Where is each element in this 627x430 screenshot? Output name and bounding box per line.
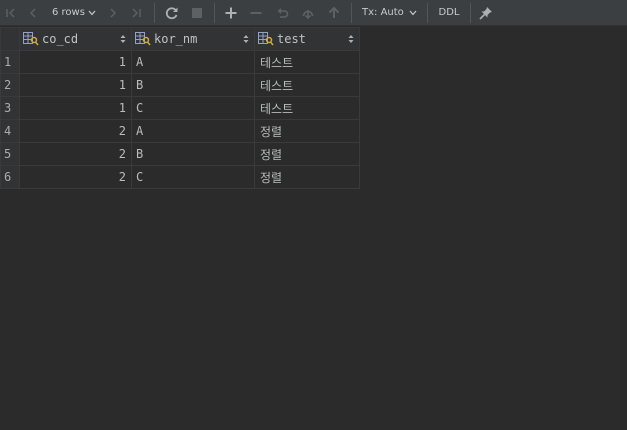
sort-icon[interactable] (243, 34, 249, 44)
column-header-kor-nm[interactable]: kor_nm (131, 27, 255, 51)
pin-icon[interactable] (477, 3, 495, 22)
row-number[interactable]: 2 (0, 73, 20, 97)
row-number[interactable]: 3 (0, 96, 20, 120)
add-row-icon[interactable] (222, 3, 240, 22)
delete-row-icon[interactable] (248, 3, 264, 22)
row-number[interactable]: 4 (0, 119, 20, 143)
results-toolbar: 6 rows Tx: Auto DDL (0, 0, 627, 26)
rows-count-dropdown[interactable]: 6 rows (52, 3, 100, 22)
column-header-label: co_cd (42, 32, 79, 46)
cell-co-cd[interactable]: 2 (19, 119, 132, 143)
row-number[interactable]: 5 (0, 142, 20, 166)
column-header-label: kor_nm (154, 32, 198, 46)
toolbar-separator (470, 3, 471, 23)
refresh-icon[interactable] (163, 3, 181, 22)
ddl-label: DDL (438, 7, 460, 18)
cell-co-cd[interactable]: 1 (19, 73, 132, 97)
chevron-down-icon (409, 10, 417, 15)
cell-co-cd[interactable]: 1 (19, 50, 132, 74)
cell-kor-nm[interactable]: C (131, 96, 255, 120)
first-page-icon[interactable] (4, 3, 18, 22)
toolbar-separator (351, 3, 352, 23)
table-row[interactable]: 1 1 A 테스트 (0, 50, 360, 74)
table-row[interactable]: 4 2 A 정렬 (0, 119, 360, 143)
results-grid: co_cd kor_nm test 1 1 A 테스트 2 1 B 테스트 3 … (0, 27, 360, 189)
sort-icon[interactable] (348, 34, 354, 44)
submit-icon[interactable] (300, 3, 316, 22)
cell-test[interactable]: 테스트 (254, 96, 360, 120)
column-header-test[interactable]: test (254, 27, 360, 51)
row-number-header[interactable] (0, 27, 20, 51)
toolbar-separator (214, 3, 215, 23)
cell-test[interactable]: 테스트 (254, 50, 360, 74)
table-row[interactable]: 3 1 C 테스트 (0, 96, 360, 120)
column-key-icon (135, 32, 151, 46)
cell-test[interactable]: 정렬 (254, 165, 360, 189)
cell-co-cd[interactable]: 2 (19, 142, 132, 166)
cell-kor-nm[interactable]: A (131, 50, 255, 74)
column-header-label: test (277, 32, 306, 46)
toolbar-separator (154, 3, 155, 23)
rows-count-label: 6 rows (52, 7, 85, 18)
cell-test[interactable]: 테스트 (254, 73, 360, 97)
table-row[interactable]: 6 2 C 정렬 (0, 165, 360, 189)
table-row[interactable]: 2 1 B 테스트 (0, 73, 360, 97)
next-page-icon[interactable] (107, 3, 119, 22)
cell-co-cd[interactable]: 1 (19, 96, 132, 120)
chevron-down-icon (88, 10, 96, 15)
ddl-button[interactable]: DDL (435, 3, 463, 22)
column-key-icon (23, 32, 39, 46)
row-number[interactable]: 1 (0, 50, 20, 74)
previous-page-icon[interactable] (27, 3, 39, 22)
toolbar-separator (427, 3, 428, 23)
transaction-mode-label: Tx: Auto (362, 7, 404, 18)
cell-test[interactable]: 정렬 (254, 142, 360, 166)
last-page-icon[interactable] (128, 3, 144, 22)
cell-kor-nm[interactable]: C (131, 165, 255, 189)
column-header-co-cd[interactable]: co_cd (19, 27, 132, 51)
transaction-mode-dropdown[interactable]: Tx: Auto (362, 3, 418, 22)
sort-icon[interactable] (120, 34, 126, 44)
commit-icon[interactable] (326, 3, 342, 22)
cell-co-cd[interactable]: 2 (19, 165, 132, 189)
cell-test[interactable]: 정렬 (254, 119, 360, 143)
cell-kor-nm[interactable]: B (131, 73, 255, 97)
column-key-icon (258, 32, 274, 46)
row-number[interactable]: 6 (0, 165, 20, 189)
header-row: co_cd kor_nm test (0, 27, 360, 51)
stop-icon[interactable] (190, 3, 204, 22)
revert-icon[interactable] (274, 3, 290, 22)
table-row[interactable]: 5 2 B 정렬 (0, 142, 360, 166)
cell-kor-nm[interactable]: A (131, 119, 255, 143)
cell-kor-nm[interactable]: B (131, 142, 255, 166)
